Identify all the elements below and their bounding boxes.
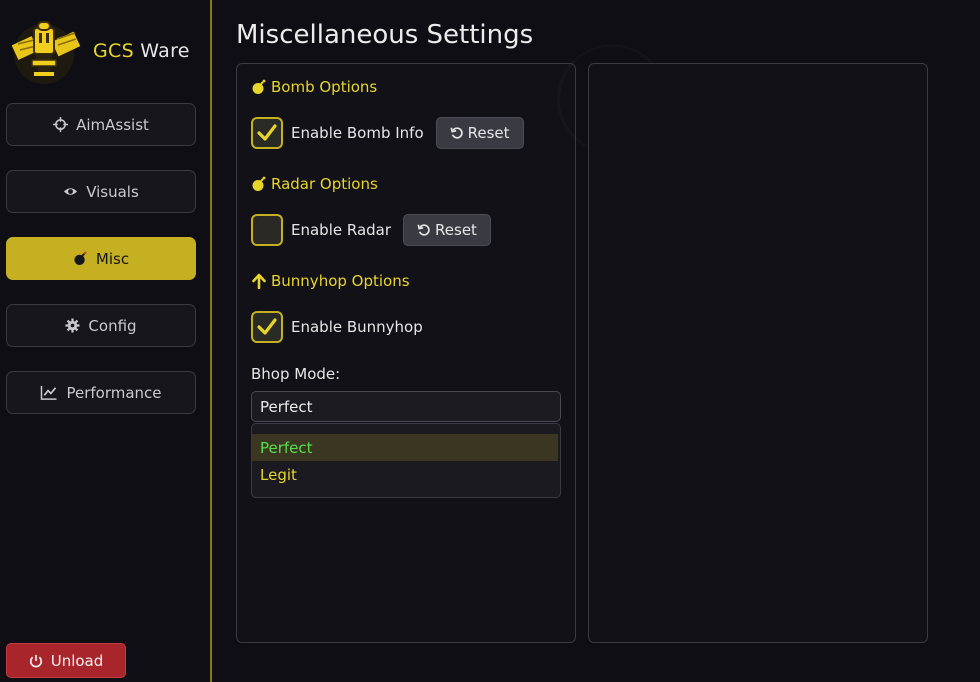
checkmark-icon	[257, 318, 277, 335]
section-title-text: Radar Options	[271, 175, 378, 193]
dropdown-option-legit[interactable]: Legit	[252, 461, 560, 488]
bhop-mode-label: Bhop Mode:	[251, 365, 341, 383]
nav-performance-button[interactable]: Performance	[6, 371, 196, 414]
bomb-info-checkbox[interactable]	[251, 117, 283, 149]
bomb-icon	[252, 79, 266, 94]
bomb-icon	[74, 251, 87, 266]
bhop-mode-select[interactable]: Perfect	[251, 391, 561, 422]
bunnyhop-row: Enable Bunnyhop	[251, 311, 423, 343]
undo-icon	[417, 224, 430, 236]
section-title-text: Bunnyhop Options	[271, 272, 410, 290]
radar-section-title: Radar Options	[251, 175, 378, 193]
gear-icon	[65, 318, 80, 333]
unload-label: Unload	[50, 651, 104, 670]
bunnyhop-checkbox[interactable]	[251, 311, 283, 343]
checkmark-icon	[257, 124, 277, 141]
nav-label: Misc	[95, 249, 130, 268]
nav-aimassist-button[interactable]: AimAssist	[6, 103, 196, 146]
bomb-info-row: Enable Bomb Info Reset	[251, 117, 524, 149]
nav-label: Config	[88, 316, 137, 335]
power-icon	[29, 654, 42, 667]
dropdown-option-perfect[interactable]: Perfect	[252, 434, 558, 461]
eye-icon	[64, 188, 78, 195]
nav-misc-button[interactable]: Misc	[6, 237, 196, 280]
logo	[11, 14, 82, 84]
brand-part-2: Ware	[140, 40, 190, 62]
undo-icon	[450, 127, 463, 139]
nav-label: Performance	[66, 383, 162, 402]
radar-checkbox[interactable]	[251, 214, 283, 246]
bomb-reset-button[interactable]: Reset	[435, 117, 524, 149]
bunnyhop-section-title: Bunnyhop Options	[251, 272, 410, 290]
radar-row: Enable Radar Reset	[251, 214, 491, 246]
secondary-panel	[588, 63, 928, 643]
radar-label: Enable Radar	[291, 221, 392, 239]
satellite-logo-icon	[11, 21, 81, 84]
arrow-up-icon	[252, 273, 266, 289]
bhop-mode-value: Perfect	[260, 397, 313, 416]
sidebar: GCS Ware AimAssist Visuals Misc Config P…	[0, 0, 212, 682]
brand-name: GCS Ware	[93, 40, 190, 62]
nav-label: Visuals	[86, 182, 139, 201]
nav-visuals-button[interactable]: Visuals	[6, 170, 196, 213]
crosshair-icon	[53, 117, 69, 132]
unload-button[interactable]: Unload	[6, 643, 126, 678]
settings-panel: Bomb Options Enable Bomb Info Reset Rada…	[236, 63, 576, 643]
reset-label: Reset	[467, 124, 510, 142]
radar-reset-button[interactable]: Reset	[403, 214, 491, 246]
bomb-section-title: Bomb Options	[251, 78, 377, 96]
brand-part-1: GCS	[93, 40, 134, 62]
bunnyhop-label: Enable Bunnyhop	[291, 318, 423, 336]
reset-label: Reset	[435, 221, 477, 239]
bomb-info-label: Enable Bomb Info	[291, 124, 424, 142]
chart-line-icon	[41, 385, 57, 400]
nav-config-button[interactable]: Config	[6, 304, 196, 347]
bomb-icon	[252, 176, 266, 191]
bhop-mode-dropdown: Perfect Legit	[251, 423, 561, 498]
page-title: Miscellaneous Settings	[236, 20, 534, 50]
nav-label: AimAssist	[76, 115, 149, 134]
section-title-text: Bomb Options	[271, 78, 378, 96]
